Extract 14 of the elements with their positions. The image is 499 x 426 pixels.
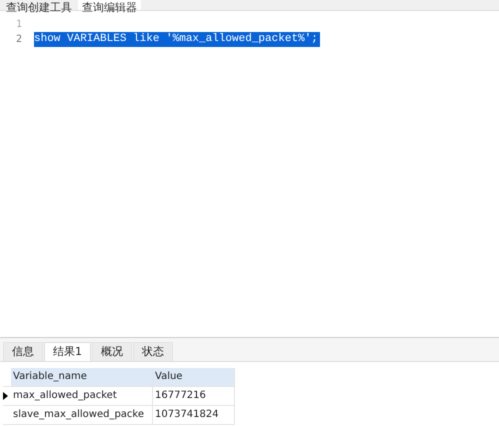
table-cell: 16777216 bbox=[153, 387, 235, 406]
tab[interactable]: 查询编辑器 bbox=[78, 0, 141, 10]
column-header: Value bbox=[153, 368, 235, 387]
tab[interactable]: 概况 bbox=[92, 342, 132, 361]
table-cell: slave_max_allowed_packe bbox=[11, 406, 153, 425]
tab[interactable]: 结果1 bbox=[44, 342, 91, 361]
column-header: Variable_name bbox=[11, 368, 153, 387]
table-cell: max_allowed_packet bbox=[11, 387, 153, 406]
line-number: 2 bbox=[14, 34, 22, 45]
tab[interactable]: 信息 bbox=[3, 342, 43, 361]
tab[interactable]: 状态 bbox=[133, 342, 173, 361]
line-number: 1 bbox=[14, 19, 22, 30]
row-pointer-icon bbox=[3, 392, 8, 400]
table-cell: 1073741824 bbox=[153, 406, 235, 425]
